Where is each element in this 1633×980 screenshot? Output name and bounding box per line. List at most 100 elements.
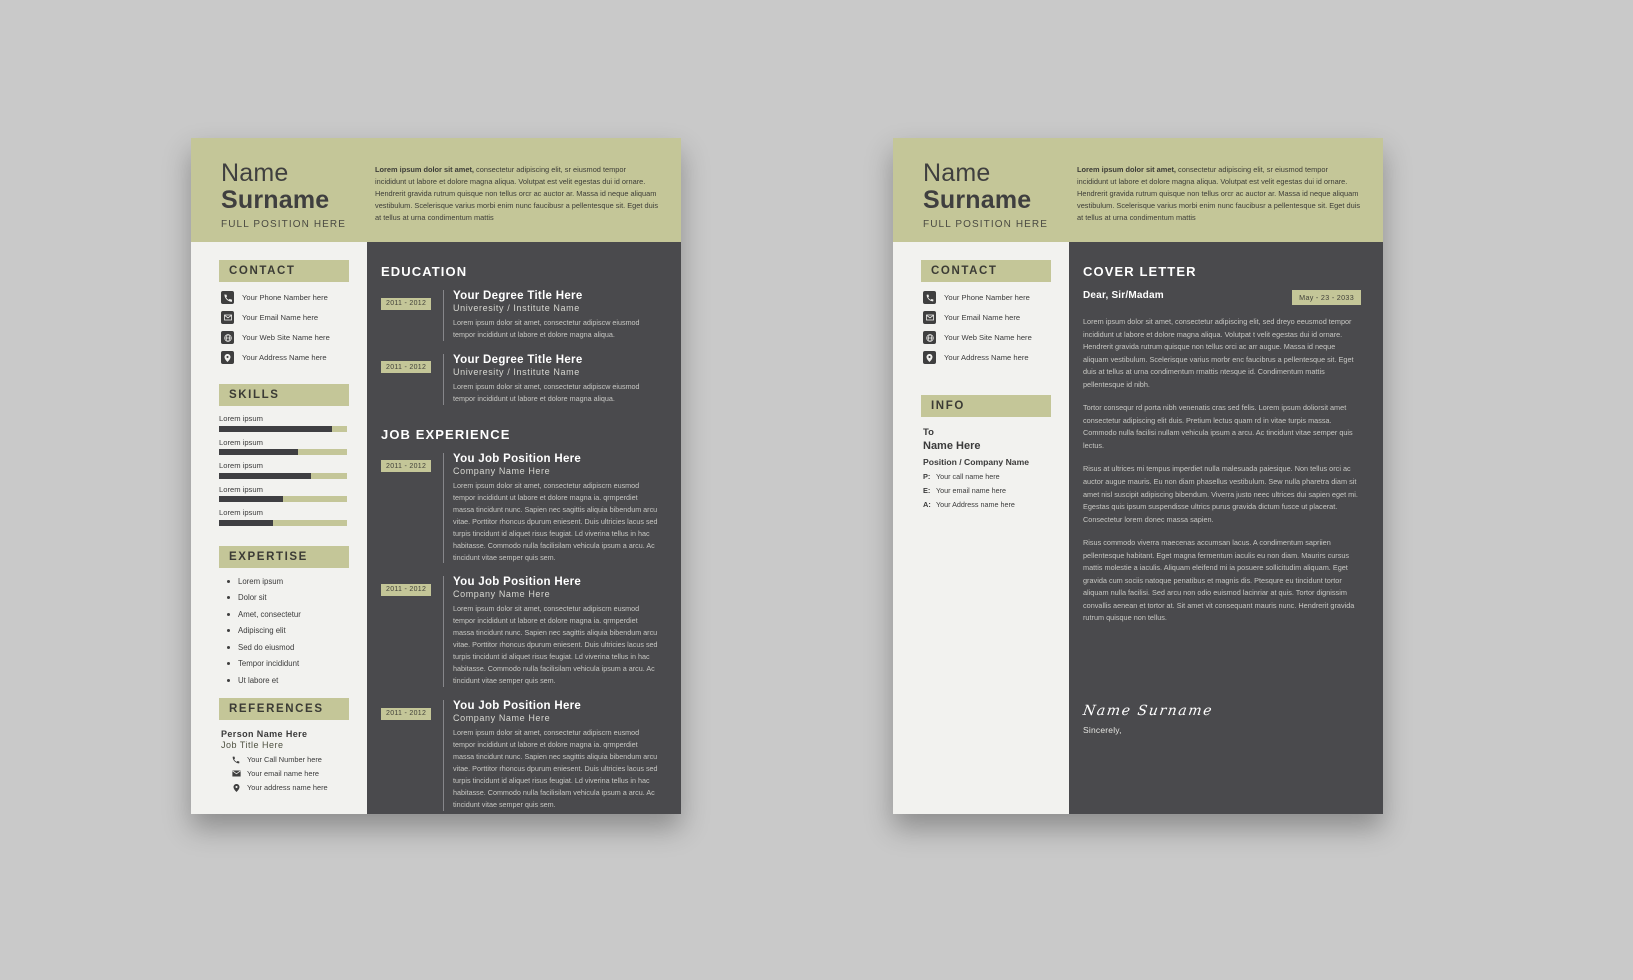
- date-badge: 2011 - 2012: [381, 460, 432, 473]
- contact-row[interactable]: Your Email Name here: [923, 311, 1069, 324]
- contact-row[interactable]: Your Web Site Name here: [923, 331, 1069, 344]
- info-contact-row[interactable]: A: Your Address name here: [923, 500, 1053, 509]
- header-identity-block: Name Surname FULL POSITION HERE: [191, 138, 367, 242]
- email-icon: [923, 311, 936, 324]
- job-role-label: FULL POSITION HERE: [221, 219, 347, 230]
- skill-fill: [219, 472, 312, 479]
- job-entry: 2011 - 2012 You Job Position Here Compan…: [381, 452, 659, 564]
- skill-fill: [219, 519, 273, 526]
- info-contact-row[interactable]: E: Your email name here: [923, 486, 1053, 495]
- degree-title: Your Degree Title Here: [453, 290, 583, 302]
- header-intro-paragraph: Lorem ipsum dolor sit amet, consectetur …: [375, 164, 659, 224]
- website-icon: [221, 331, 234, 344]
- skill-item: Lorem ipsum: [219, 485, 347, 502]
- references-section-title: REFERENCES: [219, 698, 349, 720]
- cover-letter-paragraph: Risus commodo viverra maecenas accumsan …: [1083, 538, 1355, 623]
- info-contact-row[interactable]: P: Your call name here: [923, 472, 1053, 481]
- resume-body: CONTACT Your Phone Namber here Your Emai…: [191, 242, 681, 814]
- skill-item: Lorem ipsum: [219, 461, 347, 479]
- skill-label: Lorem ipsum: [219, 414, 263, 423]
- skill-track: [219, 425, 347, 432]
- info-to-label: To: [923, 427, 934, 438]
- skill-track: [219, 449, 347, 455]
- contact-text: Your Phone Namber here: [944, 293, 1030, 302]
- reference-job-title: Job Title Here: [221, 740, 284, 750]
- info-position-company: Position / Company Name: [923, 457, 1030, 467]
- cover-letter-paragraph: Risus at ultrices mi tempus imperdiet nu…: [1083, 464, 1358, 524]
- contact-row[interactable]: Your Email Name here: [221, 311, 367, 324]
- reference-contact-row[interactable]: Your email name here: [231, 769, 367, 778]
- signature: Name Surname: [1081, 703, 1215, 720]
- education-entry: 2011 - 2012 Your Degree Title Here Unive…: [381, 290, 659, 341]
- location-icon: [221, 351, 234, 364]
- first-name: Name: [923, 159, 991, 187]
- cover-letter-panel: COVER LETTER Dear, Sir/Madam May - 23 - …: [1069, 242, 1383, 814]
- skill-track: [219, 472, 347, 479]
- job-position-title: You Job Position Here: [453, 700, 582, 713]
- closing-label: Sincerely,: [1083, 725, 1122, 736]
- entry-body: Your Degree Title Here Univeresity / Ins…: [443, 290, 659, 341]
- company-name: Company Name Here: [453, 465, 551, 476]
- resume-main-panel: EDUCATION 2011 - 2012 Your Degree Title …: [367, 242, 681, 814]
- contact-text: Your Email Name here: [242, 313, 319, 322]
- skill-track: [219, 519, 347, 526]
- info-key-phone: P:: [923, 472, 931, 481]
- contact-text: Your Address Name here: [944, 353, 1029, 362]
- education-entry: 2011 - 2012 Your Degree Title Here Unive…: [381, 353, 659, 405]
- info-contact-list: P: Your call name here E: Your email nam…: [923, 472, 1053, 509]
- contact-row[interactable]: Your Phone Namber here: [923, 291, 1069, 304]
- job-experience-section-title: JOB EXPERIENCE: [381, 426, 511, 442]
- reference-contact-text: Your email name here: [247, 769, 320, 778]
- contact-text: Your Email Name here: [944, 313, 1021, 322]
- expertise-section-title: EXPERTISE: [219, 545, 349, 568]
- entry-body: You Job Position Here Company Name Here …: [443, 700, 659, 811]
- skill-track: [219, 496, 347, 502]
- contact-text: Your Web Site Name here: [944, 333, 1032, 342]
- degree-title: Your Degree Title Here: [453, 353, 583, 366]
- skill-fill: [219, 449, 299, 455]
- expertise-item: Dolor sit: [227, 593, 367, 602]
- contact-row[interactable]: Your Phone Namber here: [221, 291, 367, 304]
- cover-letter-title: COVER LETTER: [1083, 264, 1197, 279]
- cover-letter-top-row: Dear, Sir/Madam May - 23 - 2033: [1083, 290, 1361, 305]
- contact-row[interactable]: Your Web Site Name here: [221, 331, 367, 344]
- contact-section-title: CONTACT: [921, 260, 1051, 282]
- reference-contact-list: Your Call Number here Your email name he…: [221, 755, 367, 792]
- entry-date-wrap: 2011 - 2012: [381, 453, 443, 564]
- expertise-item: Adipiscing elit: [227, 626, 367, 635]
- header-intro-block: Lorem ipsum dolor sit amet, consectetur …: [1069, 138, 1383, 242]
- resume-header: Name Surname FULL POSITION HERE Lorem ip…: [191, 138, 681, 242]
- job-position-title: You Job Position Here: [453, 452, 582, 465]
- contact-row[interactable]: Your Address Name here: [221, 351, 367, 364]
- contact-row[interactable]: Your Address Name here: [923, 351, 1069, 364]
- reference-contact-row[interactable]: Your address name here: [231, 783, 367, 792]
- info-key-email: E:: [923, 486, 931, 495]
- expertise-item: Ut labore et: [227, 676, 367, 685]
- skill-label: Lorem ipsum: [219, 508, 263, 517]
- entry-description: Lorem ipsum dolor sit amet, consectetur …: [453, 604, 658, 686]
- info-section-title: INFO: [921, 395, 1051, 417]
- header-intro-paragraph: Lorem ipsum dolor sit amet, consectetur …: [1077, 164, 1361, 224]
- skills-list: Lorem ipsum Lorem ipsum Lorem ipsum Lore…: [191, 406, 367, 526]
- location-icon: [923, 351, 936, 364]
- skill-item: Lorem ipsum: [219, 508, 347, 526]
- info-block: To Name Here Position / Company Name P: …: [893, 417, 1069, 509]
- expertise-item: Sed do eiusmod: [227, 643, 367, 652]
- expertise-item: Lorem ipsum: [227, 577, 367, 586]
- entry-description: Lorem ipsum dolor sit amet, consectetur …: [453, 728, 658, 809]
- email-icon: [231, 770, 241, 777]
- resume-sidebar: CONTACT Your Phone Namber here Your Emai…: [191, 242, 367, 814]
- contact-list: Your Phone Namber here Your Email Name h…: [893, 282, 1069, 364]
- resume-page: Name Surname FULL POSITION HERE Lorem ip…: [191, 138, 681, 814]
- cover-letter-paragraph: Tortor consequr rd porta nibh venenatis …: [1083, 403, 1353, 450]
- last-name: Surname: [923, 186, 1032, 214]
- contact-section-title: CONTACT: [219, 260, 349, 282]
- entry-date-wrap: 2011 - 2012: [381, 354, 443, 405]
- entry-body: You Job Position Here Company Name Here …: [443, 576, 659, 688]
- location-icon: [231, 783, 241, 792]
- info-value: Your call name here: [936, 472, 1000, 481]
- reference-contact-row[interactable]: Your Call Number here: [231, 755, 367, 764]
- reference-contact-text: Your address name here: [247, 783, 328, 792]
- info-recipient-name: Name Here: [923, 440, 981, 452]
- expertise-item: Tempor incididunt: [227, 659, 367, 668]
